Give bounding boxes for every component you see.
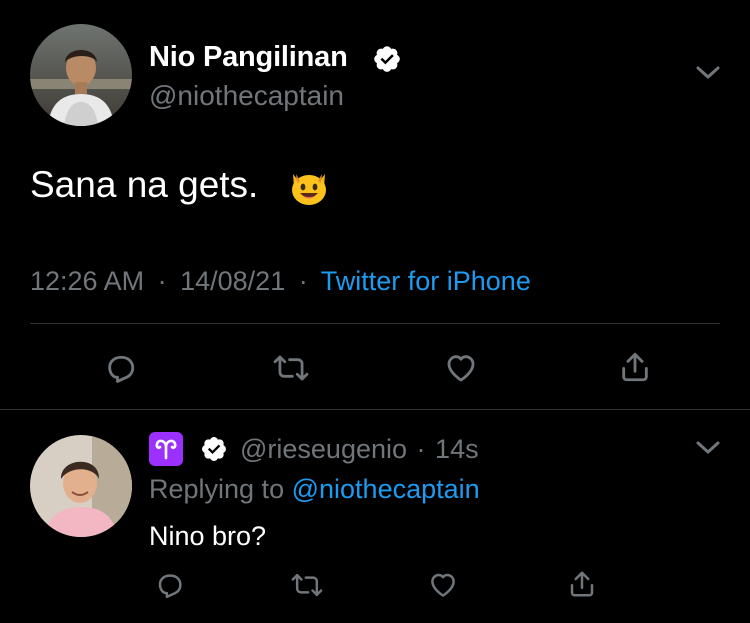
tweet-text: Sana na gets. xyxy=(30,164,258,206)
share-icon xyxy=(622,352,648,382)
share-button[interactable] xyxy=(613,345,657,389)
tweet-time: 12:26 AM xyxy=(30,266,145,296)
tweet-text-body: Sana na gets. xyxy=(30,164,259,205)
meta-separator: · xyxy=(157,266,167,296)
avatar[interactable] xyxy=(30,24,132,126)
verified-badge-icon xyxy=(200,435,228,463)
user-handle[interactable]: @rieseugenio xyxy=(240,434,407,464)
heart-icon xyxy=(431,573,455,597)
replying-to-link[interactable]: @niothecaptain xyxy=(292,474,480,504)
share-icon xyxy=(570,571,594,597)
meta-separator: · xyxy=(416,434,426,464)
like-button[interactable] xyxy=(439,346,483,390)
share-button[interactable] xyxy=(560,562,604,606)
retweet-button[interactable] xyxy=(269,346,313,390)
heart-icon xyxy=(447,355,475,382)
tweet-source-link[interactable]: Twitter for iPhone xyxy=(321,266,531,296)
reply-button[interactable] xyxy=(99,346,143,390)
reply-icon xyxy=(158,574,182,599)
replying-to-label: Replying to xyxy=(149,474,285,504)
reply-button[interactable] xyxy=(148,563,192,607)
tweet-date: 14/08/21 xyxy=(180,266,286,296)
avatar[interactable] xyxy=(30,435,132,537)
chevron-down-icon[interactable] xyxy=(694,437,722,459)
user-handle[interactable]: @niothecaptain xyxy=(149,80,344,112)
reply-icon xyxy=(108,355,135,383)
retweet-icon xyxy=(273,355,309,381)
chevron-down-icon[interactable] xyxy=(694,62,722,84)
aries-zodiac-icon xyxy=(149,432,183,466)
meta-separator: · xyxy=(298,266,308,296)
divider xyxy=(30,323,720,324)
like-button[interactable] xyxy=(421,563,465,607)
retweet-icon xyxy=(291,573,323,597)
tweet-meta: 12:26 AM · 14/08/21 · Twitter for iPhone xyxy=(30,266,531,297)
reply-header: @rieseugenio · 14s xyxy=(240,434,479,465)
retweet-button[interactable] xyxy=(285,563,329,607)
display-name[interactable]: Nio Pangilinan xyxy=(149,41,348,74)
divider xyxy=(0,409,750,410)
reply-age: 14s xyxy=(435,434,479,464)
reply-text: Nino bro? xyxy=(149,521,267,551)
verified-badge-icon xyxy=(372,44,402,74)
replying-to: Replying to @niothecaptain xyxy=(149,474,480,505)
grinning-cat-emoji xyxy=(288,166,330,208)
